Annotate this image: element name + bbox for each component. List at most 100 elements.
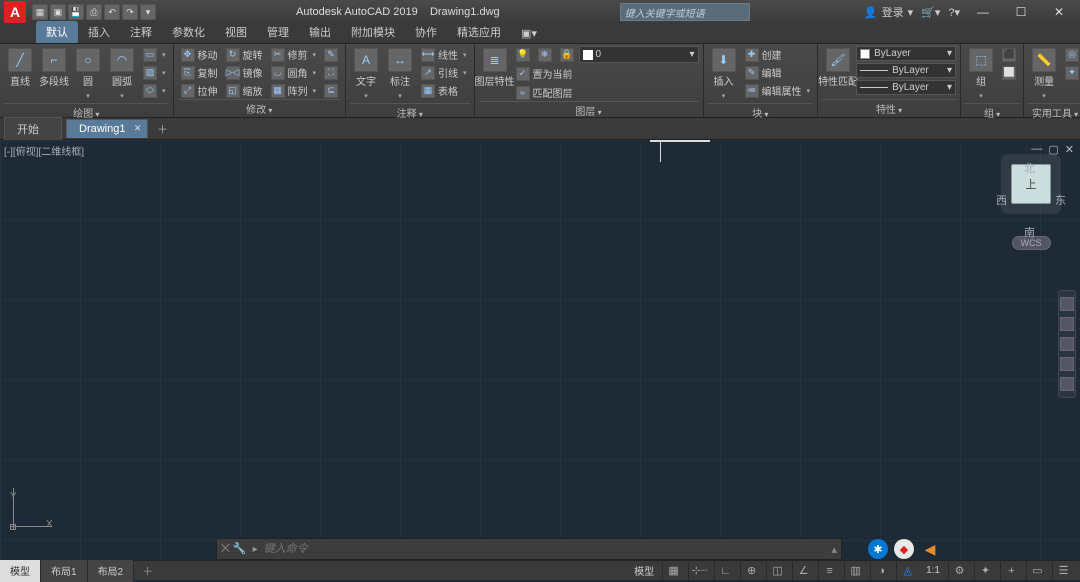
autodesk-app-icon[interactable]: ◆ <box>894 539 914 559</box>
cleanscreen-icon[interactable]: ☰ <box>1052 562 1074 580</box>
arc-button[interactable]: ◠圆弧 <box>106 46 138 103</box>
snap-toggle-icon[interactable]: ⊹┈ <box>688 562 710 580</box>
drawing-area[interactable]: [-][俯视][二维线框] — ▢ ✕ 北 西 东 上 南 WCS Y X ⨉ … <box>0 140 1080 560</box>
offset-icon[interactable]: ⊆ <box>321 82 341 99</box>
maximize-button[interactable]: ☐ <box>1006 1 1036 23</box>
start-tab[interactable]: 开始 <box>4 117 62 140</box>
measure-button[interactable]: 📏测量 <box>1028 46 1060 103</box>
match-layer-button[interactable]: ≈匹配图层 <box>513 84 699 101</box>
viewport-label[interactable]: [-][俯视][二维线框] <box>4 143 84 158</box>
make-current-button[interactable]: ✓置为当前 <box>513 65 699 82</box>
layout2-tab[interactable]: 布局2 <box>88 560 135 582</box>
tab-view[interactable]: 视图 <box>215 21 257 43</box>
stretch-button[interactable]: ⤢拉伸 <box>178 82 221 99</box>
command-input[interactable] <box>264 543 832 555</box>
polyline-button[interactable]: ⌐多段线 <box>38 46 70 90</box>
util-icon2[interactable]: ✦ <box>1062 64 1080 81</box>
layout1-tab[interactable]: 布局1 <box>41 560 88 582</box>
leader-button[interactable]: ↗引线 <box>418 64 470 81</box>
tab-featured[interactable]: 精选应用 <box>447 21 511 43</box>
minimize-button[interactable]: — <box>968 1 998 23</box>
scale-button[interactable]: ◱缩放 <box>223 82 266 99</box>
autodesk-logo-icon[interactable]: ◬ <box>896 562 918 580</box>
viewcube-west[interactable]: 西 <box>996 192 1007 208</box>
saveas-icon[interactable]: ⎙ <box>86 4 102 20</box>
rect-icon[interactable]: ▭ <box>140 46 169 63</box>
dimension-button[interactable]: ↔标注 <box>384 46 416 103</box>
erase-icon[interactable]: ✎ <box>321 46 341 63</box>
cmd-drag-icon[interactable]: ⨉ 🔧 <box>221 542 247 556</box>
model-tab[interactable]: 模型 <box>0 560 41 582</box>
command-line[interactable]: ⨉ 🔧 ▸ ▴ <box>216 538 842 560</box>
insert-block-button[interactable]: ⬇插入 <box>708 46 740 103</box>
model-space-label[interactable]: 模型 <box>630 563 658 578</box>
tab-parametric[interactable]: 参数化 <box>162 21 215 43</box>
layer-lock-icon[interactable]: 🔒 <box>557 46 577 63</box>
customize-icon[interactable]: ▭ <box>1026 562 1048 580</box>
close-tab-icon[interactable]: ✕ <box>134 123 142 134</box>
group-edit-icon[interactable]: ⬜ <box>999 64 1019 81</box>
tab-output[interactable]: 输出 <box>299 21 341 43</box>
ortho-toggle-icon[interactable]: ∟ <box>714 562 736 580</box>
line-button[interactable]: ╱直线 <box>4 46 36 90</box>
tab-annotate[interactable]: 注释 <box>120 21 162 43</box>
ellipse-icon[interactable]: ⬭ <box>140 82 169 99</box>
nav-orbit-icon[interactable] <box>1060 357 1074 371</box>
tab-manage[interactable]: 管理 <box>257 21 299 43</box>
cmd-expand-icon[interactable]: ▴ <box>831 543 837 556</box>
match-props-button[interactable]: 🖌特性匹配 <box>822 46 854 90</box>
util-icon1[interactable]: ◎ <box>1062 46 1080 63</box>
color-combo[interactable]: ByLayer▾ <box>856 46 956 61</box>
vp-max-icon[interactable]: ▢ <box>1048 143 1058 156</box>
vp-min-icon[interactable]: — <box>1031 143 1042 156</box>
panel-layer-title[interactable]: 图层 <box>575 107 601 118</box>
redo-icon[interactable]: ↷ <box>122 4 138 20</box>
tab-default[interactable]: 默认 <box>36 21 78 43</box>
edit-block-button[interactable]: ✎编辑 <box>742 64 814 81</box>
circle-button[interactable]: ○圆 <box>72 46 104 103</box>
trim-button[interactable]: ✂修剪 <box>268 46 320 63</box>
open-icon[interactable]: ▣ <box>50 4 66 20</box>
layer-props-button[interactable]: ≣图层特性 <box>479 46 511 90</box>
osnap-toggle-icon[interactable]: ◫ <box>766 562 788 580</box>
tab-addins[interactable]: 附加模块 <box>341 21 405 43</box>
help-search[interactable]: 键入关键字或短语 <box>620 3 750 21</box>
signin-button[interactable]: 👤 登录 ▾ <box>864 4 913 20</box>
viewcube-north[interactable]: 北 <box>1024 160 1035 176</box>
cycling-toggle-icon[interactable]: ◑ <box>870 562 892 580</box>
table-button[interactable]: ▦表格 <box>418 82 470 99</box>
exchange-icon[interactable]: 🛒▾ <box>921 6 940 19</box>
rotate-button[interactable]: ↻旋转 <box>223 46 266 63</box>
viewcube-east[interactable]: 东 <box>1055 192 1066 208</box>
new-tab-button[interactable]: ＋ <box>152 121 172 137</box>
annoscale-icon[interactable]: ⚙ <box>948 562 970 580</box>
text-button[interactable]: A文字 <box>350 46 382 103</box>
grid-toggle-icon[interactable]: ▦ <box>662 562 684 580</box>
lineweight-combo[interactable]: ByLayer▾ <box>856 63 956 78</box>
panel-props-title[interactable]: 特性 <box>876 105 902 116</box>
panel-block-title[interactable]: 块 <box>752 109 768 120</box>
fillet-button[interactable]: ◡圆角 <box>268 64 320 81</box>
nav-showmotion-icon[interactable] <box>1060 377 1074 391</box>
hatch-icon[interactable]: ▨ <box>140 64 169 81</box>
viewcube[interactable]: 北 西 东 上 南 WCS <box>996 160 1066 270</box>
transparency-toggle-icon[interactable]: ▥ <box>844 562 866 580</box>
linetype-combo[interactable]: ByLayer▾ <box>856 80 956 95</box>
viewcube-south[interactable]: 南 <box>1024 224 1035 240</box>
group-button[interactable]: ⬚组 <box>965 46 997 103</box>
create-block-button[interactable]: ✚创建 <box>742 46 814 63</box>
panel-annot-title[interactable]: 注释 <box>397 109 423 120</box>
close-button[interactable]: ✕ <box>1044 1 1074 23</box>
save-icon[interactable]: 💾 <box>68 4 84 20</box>
polar-toggle-icon[interactable]: ⊕ <box>740 562 762 580</box>
move-button[interactable]: ✥移动 <box>178 46 221 63</box>
linetype-button[interactable]: ⟷线性 <box>418 46 470 63</box>
app-logo[interactable]: A <box>4 1 26 23</box>
vp-close-icon[interactable]: ✕ <box>1065 143 1074 156</box>
tab-insert[interactable]: 插入 <box>78 21 120 43</box>
bluetooth-icon[interactable]: ✱ <box>868 539 888 559</box>
ungroup-icon[interactable]: ⬛ <box>999 46 1019 63</box>
copy-button[interactable]: ⎘复制 <box>178 64 221 81</box>
nav-pan-icon[interactable] <box>1060 317 1074 331</box>
tab-expand-icon[interactable]: ▣▾ <box>511 24 547 43</box>
